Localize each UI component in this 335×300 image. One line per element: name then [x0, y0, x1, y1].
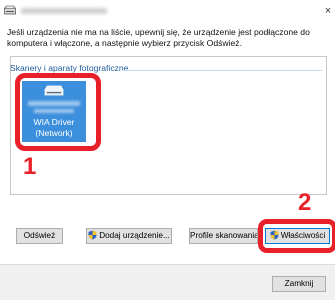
instructions-text: Jeśli urządzenia nie ma na liście, upewn…	[7, 27, 310, 48]
window-title	[21, 8, 107, 14]
add-device-button[interactable]: Dodaj urządzenie...	[86, 228, 172, 244]
refresh-button[interactable]: Odśwież	[16, 228, 63, 244]
scan-profiles-button[interactable]: Profile skanowania	[189, 228, 258, 244]
callout-number-2: 2	[298, 189, 312, 216]
close-button[interactable]: Zamknij	[272, 276, 326, 292]
callout-highlight-device	[15, 73, 101, 151]
uac-shield-icon	[88, 230, 97, 240]
scanner-app-icon	[4, 5, 16, 15]
title-bar: ×	[0, 0, 335, 22]
add-device-label: Dodaj urządzenie...	[99, 231, 170, 240]
close-icon[interactable]: ×	[321, 3, 335, 19]
callout-number-1: 1	[23, 153, 37, 180]
group-header: Skanery i aparaty fotograficzne	[10, 63, 129, 73]
group-divider	[122, 70, 322, 71]
callout-highlight-properties	[258, 219, 335, 253]
